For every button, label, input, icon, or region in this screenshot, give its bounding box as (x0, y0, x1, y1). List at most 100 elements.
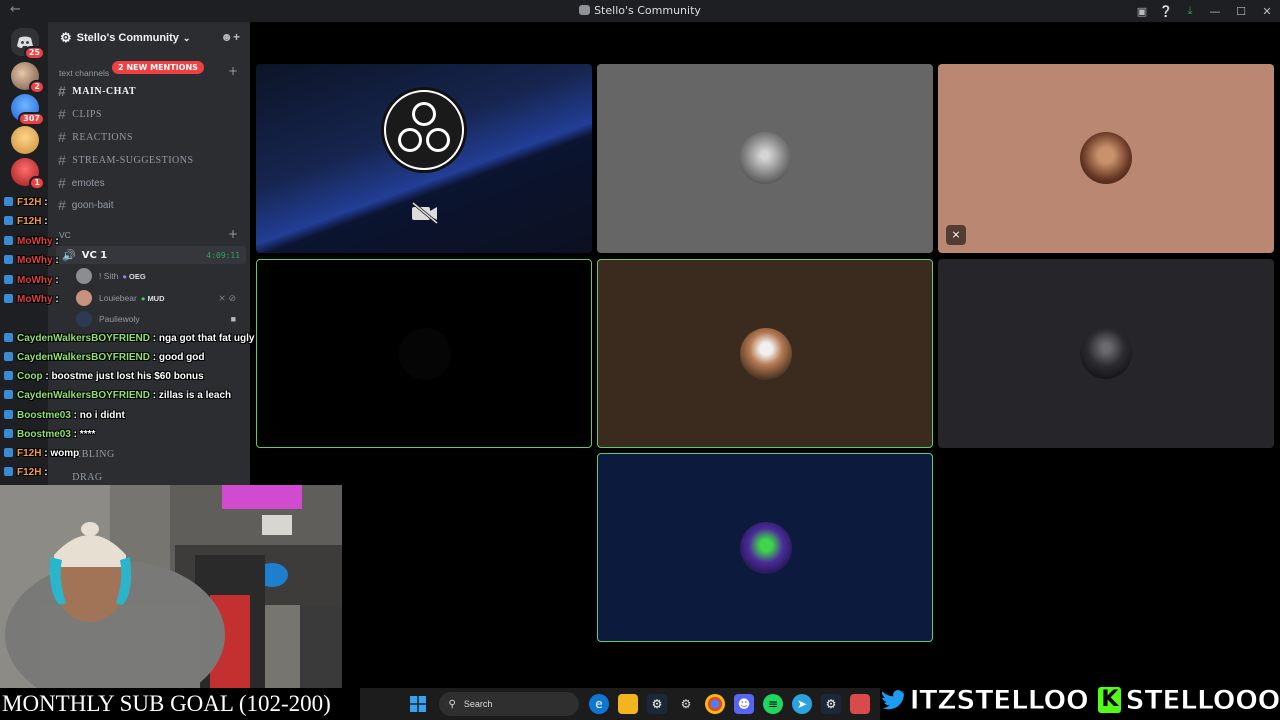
invite-people-icon[interactable]: ☻+ (220, 30, 240, 44)
channel-gambling[interactable]: #MBLING (58, 443, 244, 465)
chat-separator: : (52, 294, 59, 305)
server-avatar[interactable]: 2 (11, 62, 45, 94)
video-tile-obs[interactable] (256, 64, 592, 253)
chat-message: CaydenWalkersBOYFRIEND : good god (4, 352, 204, 363)
windows-start-icon[interactable] (408, 694, 428, 714)
settings-icon[interactable]: ⚙ (676, 694, 696, 714)
minimize-icon[interactable]: — (1202, 5, 1228, 18)
discord-icon[interactable]: ☻ (734, 694, 754, 714)
chat-text: womp (50, 448, 80, 459)
maximize-icon[interactable]: ☐ (1228, 5, 1254, 18)
video-tile[interactable] (597, 453, 933, 642)
server-header[interactable]: ⚙ Stello's Community ⌄ ☻+ (48, 22, 250, 54)
video-tile[interactable] (938, 259, 1274, 448)
voice-member[interactable]: ! Sith ● OEG (76, 266, 246, 286)
chat-message: F12H : womp (4, 448, 79, 459)
hash-icon: # (58, 129, 67, 145)
server-badge: 25 (23, 46, 45, 60)
avatar (739, 132, 791, 184)
camera-icon: ■ (230, 314, 236, 324)
chat-badge-icon (4, 197, 13, 206)
voice-timer: 4:09:11 (206, 250, 240, 260)
server-avatar[interactable]: 1 (11, 158, 45, 190)
kick-handle: STELLOOO (1125, 684, 1280, 716)
chat-message: CaydenWalkersBOYFRIEND : zillas is a lea… (4, 390, 231, 401)
speaker-icon: 🔊 (62, 248, 76, 262)
channel-emotes[interactable]: # emotes (58, 172, 244, 194)
webcam-scene (0, 485, 342, 690)
avatar (76, 311, 92, 327)
channel-goon-bait[interactable]: # goon-bait (58, 194, 244, 216)
chat-badge-icon (4, 333, 13, 342)
chevron-down-icon: ⌄ (182, 32, 191, 43)
telegram-icon[interactable]: ➤ (792, 694, 812, 714)
chat-separator: : (41, 448, 51, 459)
video-tile[interactable] (597, 64, 933, 253)
download-icon[interactable]: ⤓ (1178, 4, 1202, 18)
app-icon[interactable] (850, 694, 870, 714)
inbox-icon[interactable]: ▣ (1130, 5, 1154, 18)
chat-message: MoWhy : (4, 294, 59, 305)
steam-client-icon[interactable]: ⚙ (821, 694, 841, 714)
chat-separator: : (52, 275, 59, 286)
chat-text: zillas is a leach (158, 390, 232, 401)
avatar (76, 290, 92, 306)
title-bar: ← Stello's Community ▣ ❔ ⤓ — ☐ ✕ (0, 0, 1280, 22)
stream-off-icon: ⨯ (946, 225, 966, 245)
chat-username: F12H (17, 448, 42, 459)
chat-separator: : (41, 467, 48, 478)
server-avatar[interactable]: 307 (11, 94, 45, 126)
chat-message: Boostme03 : **** (4, 429, 95, 440)
channel-reactions[interactable]: # REACTIONS (58, 126, 244, 148)
channel-clips[interactable]: # CLIPS (58, 103, 244, 125)
voice-channel-vc1[interactable]: 🔊 VC 1 4:09:11 (56, 246, 246, 264)
video-tile[interactable] (256, 259, 592, 448)
voice-member[interactable]: Louiebear ● MUD ⨯ ⊘ (76, 288, 246, 308)
chat-separator: : (150, 352, 159, 363)
chat-separator: : (70, 429, 80, 440)
voice-category[interactable]: VC (59, 230, 71, 240)
kick-icon: K (1098, 687, 1122, 713)
spotify-icon[interactable]: ≡ (763, 694, 783, 714)
voice-member[interactable]: Pauliewoly ■ (76, 309, 246, 329)
chat-username: CaydenWalkersBOYFRIEND (17, 333, 150, 344)
obs-logo-icon (381, 87, 467, 173)
avatar (399, 328, 451, 380)
server-settings-icon: ⚙ (60, 30, 72, 45)
server-badge: 307 (18, 112, 45, 126)
chat-message: F12H : (4, 197, 48, 208)
chat-message: F12H : (4, 216, 48, 227)
channel-stream-suggestions[interactable]: # STREAM-SUGGESTIONS (58, 149, 244, 171)
chat-separator: : (150, 333, 159, 344)
avatar (76, 268, 92, 284)
help-icon[interactable]: ❔ (1154, 5, 1178, 18)
video-tile[interactable]: ⨯ (938, 64, 1274, 253)
chat-message: MoWhy : (4, 255, 59, 266)
twitter-handle: ITZSTELLOO (909, 684, 1089, 716)
edge-icon[interactable]: e (589, 694, 609, 714)
direct-messages-icon[interactable]: 25 (11, 28, 45, 60)
text-channels-category[interactable]: text channels (59, 68, 109, 78)
sub-goal-banner: MONTHLY SUB GOAL (102-200) (0, 688, 360, 720)
close-icon[interactable]: ✕ (1254, 5, 1280, 18)
file-explorer-icon[interactable] (618, 694, 638, 714)
chrome-icon[interactable] (705, 694, 725, 714)
server-avatar[interactable] (11, 126, 39, 154)
chat-message: MoWhy : (4, 275, 59, 286)
chat-text: boostme just lost his $60 bonus (51, 371, 204, 382)
chat-badge-icon (4, 216, 13, 225)
channel-drag[interactable]: #DRAG (58, 466, 244, 487)
new-mentions-pill[interactable]: 2 NEW MENTIONS (112, 61, 204, 74)
chat-badge-icon (4, 275, 13, 284)
muted-icons: ⨯ ⊘ (218, 292, 236, 303)
taskbar-search-input[interactable]: ⚲ Search (438, 692, 579, 716)
create-channel-icon[interactable]: + (228, 64, 238, 78)
create-voice-channel-icon[interactable]: + (228, 227, 238, 241)
chat-badge-icon (4, 236, 13, 245)
video-tile[interactable] (597, 259, 933, 448)
hash-icon: # (58, 152, 67, 168)
steam-icon[interactable]: ⚙ (647, 694, 667, 714)
chat-username: F12H (17, 216, 42, 227)
channel-main-chat[interactable]: # MAIN-CHAT (58, 80, 244, 102)
server-icon (579, 5, 591, 15)
